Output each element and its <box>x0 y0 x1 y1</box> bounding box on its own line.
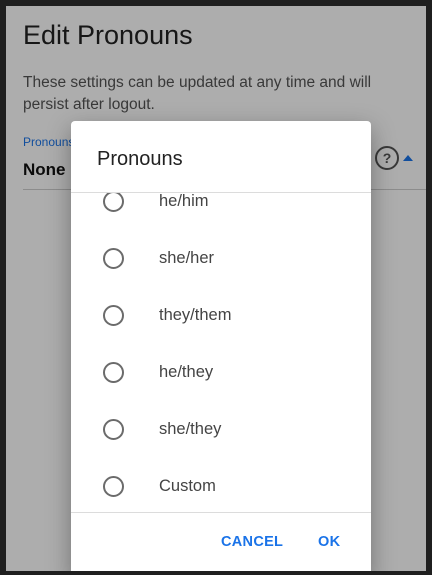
ok-button[interactable]: OK <box>318 534 340 550</box>
dialog-title: Pronouns <box>97 148 183 170</box>
radio-unchecked-icon[interactable] <box>103 247 124 269</box>
option-he-him[interactable]: he/him <box>71 193 371 221</box>
dialog-divider-bottom <box>71 512 371 513</box>
option-custom[interactable]: Custom <box>71 466 371 506</box>
option-they-them[interactable]: they/them <box>71 295 371 335</box>
radio-unchecked-icon[interactable] <box>103 361 124 383</box>
option-label: she/her <box>159 248 215 267</box>
option-he-they[interactable]: he/they <box>71 352 371 392</box>
pronouns-dialog: Pronouns he/him she/her they/them he/the… <box>71 121 371 571</box>
option-she-her[interactable]: she/her <box>71 238 371 278</box>
option-label: she/they <box>159 419 222 438</box>
radio-unchecked-icon[interactable] <box>103 193 124 212</box>
cancel-button[interactable]: CANCEL <box>221 534 283 550</box>
app-screen: Edit Pronouns These settings can be upda… <box>6 6 426 571</box>
pronoun-options-list[interactable]: he/him she/her they/them he/they she/the… <box>71 193 371 511</box>
radio-unchecked-icon[interactable] <box>103 304 124 326</box>
option-label: they/them <box>159 305 232 324</box>
option-label: he/they <box>159 362 214 381</box>
option-label: he/him <box>159 193 209 210</box>
radio-unchecked-icon[interactable] <box>103 418 124 440</box>
option-label: Custom <box>159 476 216 495</box>
radio-unchecked-icon[interactable] <box>103 475 124 497</box>
option-she-they[interactable]: she/they <box>71 409 371 449</box>
